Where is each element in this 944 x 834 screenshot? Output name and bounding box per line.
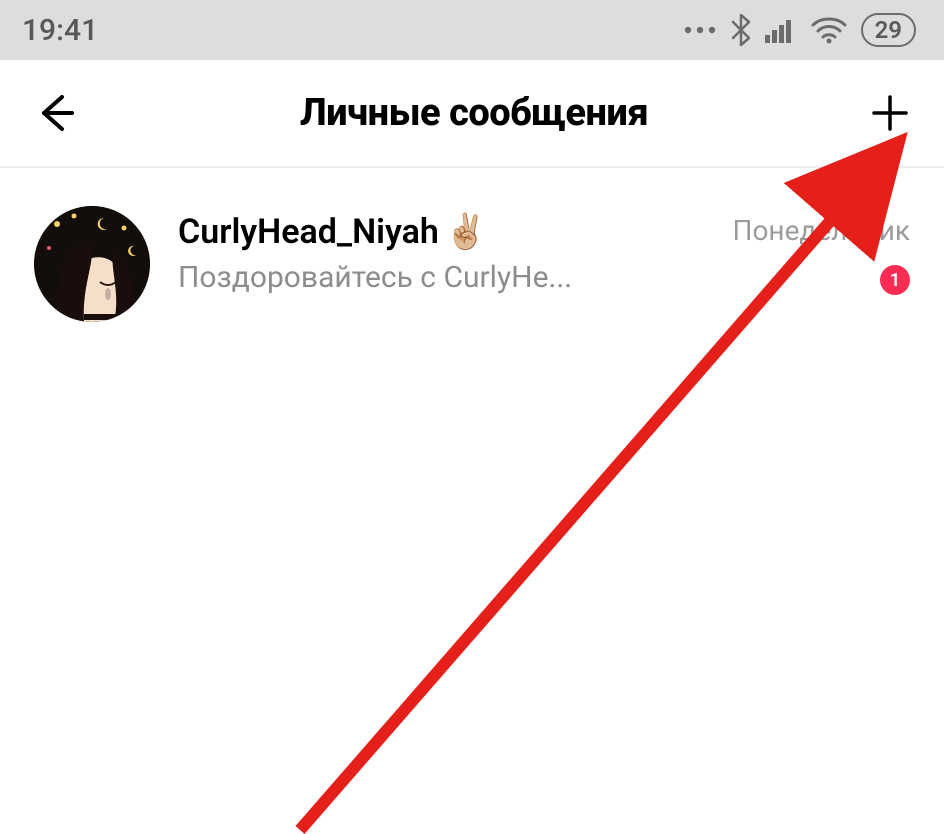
back-button[interactable]: [34, 91, 78, 135]
battery-indicator: 29: [861, 13, 916, 47]
peace-sign-icon: ✌🏼: [445, 212, 487, 252]
more-icon: [683, 25, 717, 35]
status-right: 29: [683, 13, 916, 47]
chat-time: Понедельник: [732, 214, 910, 247]
app-header: Личные сообщения: [0, 60, 944, 168]
bluetooth-icon: [731, 14, 751, 46]
page-title: Личные сообщения: [300, 91, 648, 135]
chat-list: CurlyHead_Niyah ✌🏼 Поздоровайтесь с Curl…: [0, 168, 944, 328]
chat-meta: Понедельник 1: [732, 206, 910, 295]
chat-preview: Поздоровайтесь с CurlyHe...: [178, 260, 704, 295]
status-time: 19:41: [22, 13, 98, 48]
avatar[interactable]: [34, 206, 150, 322]
cellular-icon: [765, 17, 797, 43]
username-text: CurlyHead_Niyah: [178, 212, 439, 252]
status-bar: 19:41 29: [0, 0, 944, 60]
chat-main: CurlyHead_Niyah ✌🏼 Поздоровайтесь с Curl…: [178, 206, 704, 295]
chat-username: CurlyHead_Niyah ✌🏼: [178, 212, 704, 252]
new-message-button[interactable]: [870, 93, 910, 133]
unread-badge: 1: [880, 265, 910, 295]
wifi-icon: [811, 16, 847, 44]
chat-item[interactable]: CurlyHead_Niyah ✌🏼 Поздоровайтесь с Curl…: [0, 200, 944, 328]
